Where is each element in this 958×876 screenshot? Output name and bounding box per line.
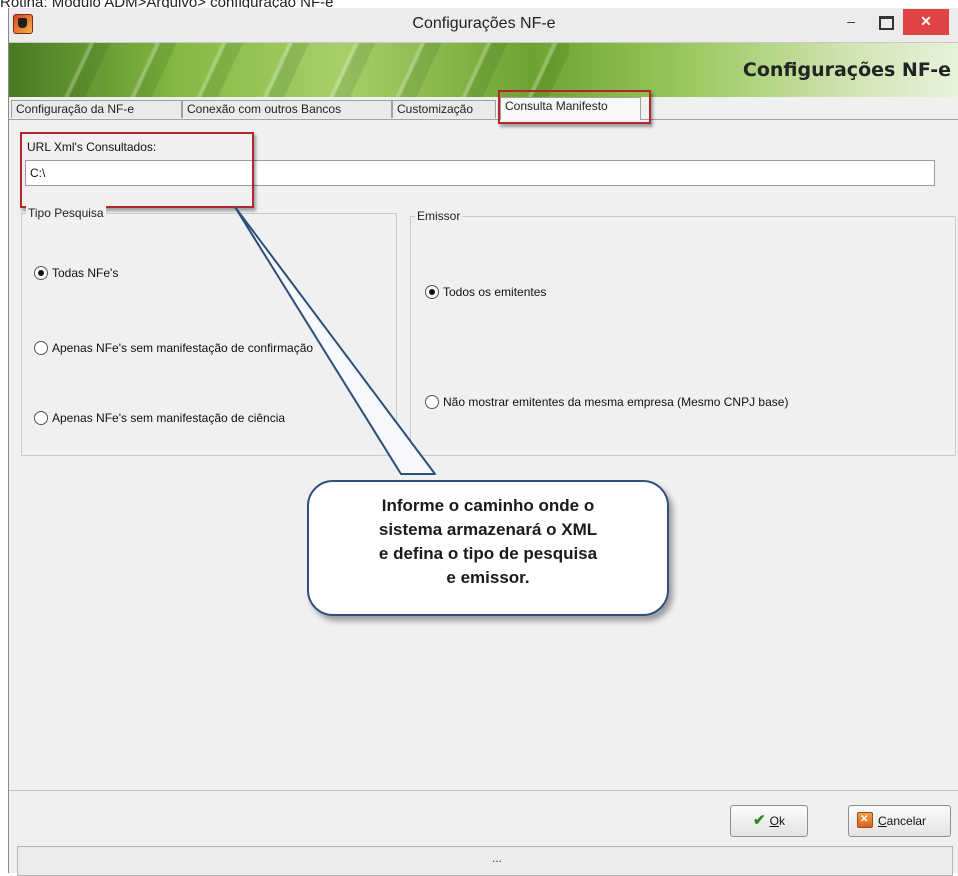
cancel-label-first: C	[878, 814, 887, 828]
check-icon: ✔	[753, 812, 766, 829]
callout-line: Informe o caminho onde o	[381, 496, 595, 515]
status-bar: ...	[17, 846, 953, 876]
status-text: ...	[492, 851, 503, 865]
ok-label-first: O	[769, 814, 779, 828]
callout-line: e defina o tipo de pesquisa	[378, 544, 598, 563]
cancel-icon	[857, 805, 873, 835]
callout-text: Informe o caminho onde o sistema armazen…	[309, 494, 667, 590]
config-window: Configurações NF-e – ✕ Configurações NF-…	[8, 8, 958, 876]
callout-line: e emissor.	[446, 568, 530, 587]
tab-consulta-manifesto[interactable]: Consulta Manifesto	[500, 97, 641, 120]
footer-divider	[9, 790, 958, 791]
ok-label-rest: k	[778, 814, 785, 828]
cancel-button[interactable]: Cancelar	[848, 805, 951, 837]
ok-button[interactable]: ✔ Ok	[730, 805, 808, 837]
cancel-label-rest: ancelar	[886, 814, 927, 828]
callout-pointer	[234, 206, 436, 475]
callout-bubble: Informe o caminho onde o sistema armazen…	[307, 480, 669, 616]
callout-line: sistema armazenará o XML	[378, 520, 598, 539]
